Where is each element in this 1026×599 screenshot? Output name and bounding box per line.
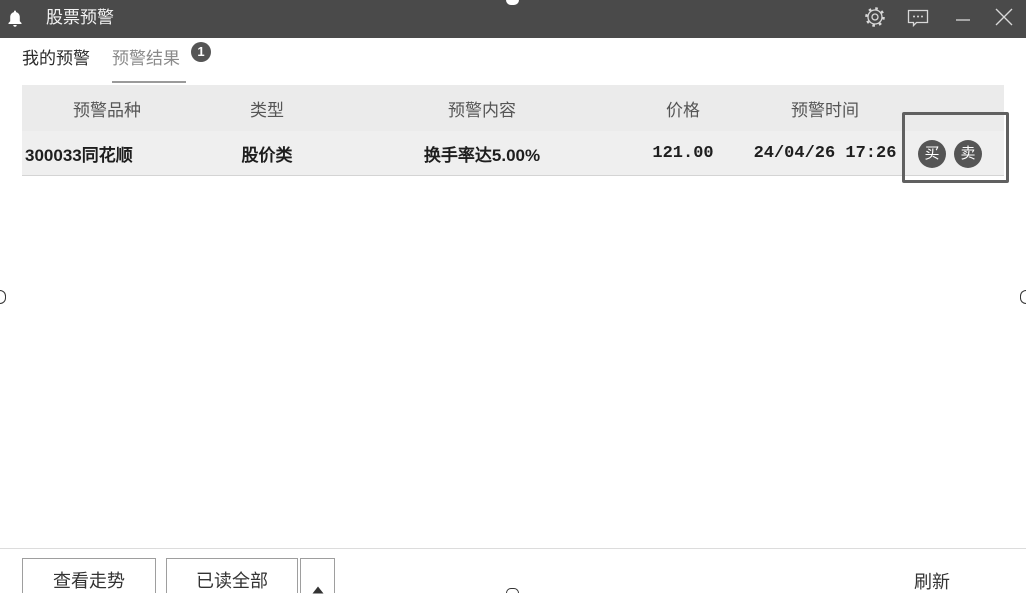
column-header-symbol[interactable]: 预警品种 (22, 85, 192, 131)
expand-menu-button[interactable] (300, 558, 335, 594)
mark-all-read-button[interactable]: 已读全部 (166, 558, 298, 593)
cell-time: 24/04/26 17:26 (753, 143, 897, 163)
title-bar: 股票预警 (0, 0, 1026, 38)
tab-my-alerts[interactable]: 我的预警 (22, 48, 90, 70)
bell-icon (7, 9, 23, 29)
column-header-price[interactable]: 价格 (622, 85, 744, 131)
active-tab-indicator (112, 81, 186, 83)
sell-button[interactable]: 卖 (954, 140, 982, 168)
caret-up-icon (312, 577, 324, 594)
unread-count-badge: 1 (191, 42, 211, 62)
column-header-content[interactable]: 预警内容 (342, 85, 622, 131)
close-icon[interactable] (992, 5, 1016, 29)
view-trend-button[interactable]: 查看走势 (22, 558, 156, 593)
table-row[interactable]: 300033同花顺 股价类 换手率达5.00% 121.00 24/04/26 … (22, 131, 1004, 176)
minimize-icon[interactable] (951, 7, 975, 31)
tab-alert-results[interactable]: 预警结果 (112, 48, 180, 70)
refresh-button[interactable]: 刷新 (914, 571, 950, 593)
column-header-time[interactable]: 预警时间 (744, 85, 906, 131)
resize-handle-bottom (506, 588, 519, 593)
footer-divider (0, 548, 1026, 549)
cell-content: 换手率达5.00% (423, 145, 541, 165)
cell-symbol: 300033同花顺 (25, 145, 133, 165)
gear-icon[interactable] (863, 5, 887, 29)
cell-type: 股价类 (241, 145, 293, 165)
column-header-type[interactable]: 类型 (192, 85, 342, 131)
cell-price: 121.00 (652, 143, 714, 163)
resize-handle-right (1020, 290, 1026, 304)
table-header: 预警品种 类型 预警内容 价格 预警时间 (22, 85, 1004, 131)
buy-button[interactable]: 买 (918, 140, 946, 168)
message-icon[interactable] (906, 6, 930, 30)
window-title: 股票预警 (46, 8, 114, 27)
resize-handle-left (0, 290, 6, 304)
